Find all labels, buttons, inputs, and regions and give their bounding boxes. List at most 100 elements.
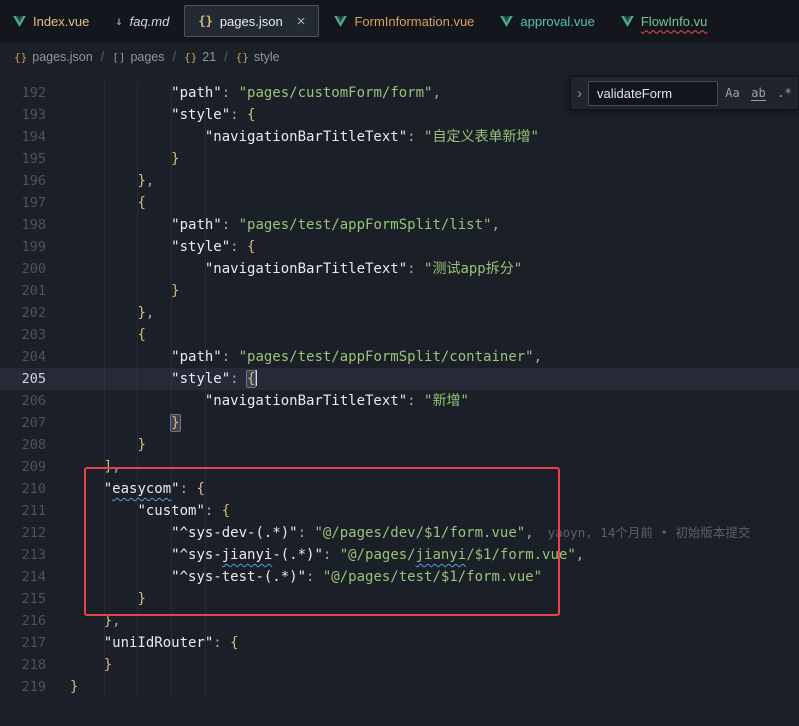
line-number[interactable]: 200 [0, 258, 46, 280]
line-number[interactable]: 211 [0, 500, 46, 522]
tab-flowinfo-vu[interactable]: FlowInfo.vu [608, 5, 720, 37]
code-line-201[interactable]: 201 } [0, 280, 799, 302]
code-text: } [46, 434, 146, 456]
tab-index-vue[interactable]: Index.vue [0, 5, 102, 37]
breadcrumb-label: pages.json [32, 50, 92, 64]
code-line-216[interactable]: 216 }, [0, 610, 799, 632]
chevron-right-icon[interactable]: › [571, 85, 588, 102]
line-number[interactable]: 202 [0, 302, 46, 324]
code-text: { [46, 192, 146, 214]
code-line-194[interactable]: 194 "navigationBarTitleText": "自定义表单新增" [0, 126, 799, 148]
code-line-205[interactable]: 205 "style": { [0, 368, 799, 390]
line-number[interactable]: 209 [0, 456, 46, 478]
code-line-209[interactable]: 209 ], [0, 456, 799, 478]
code-line-207[interactable]: 207 } [0, 412, 799, 434]
git-blame-annotation: yaoyn, 14个月前 • 初始版本提交 [548, 525, 751, 540]
code-line-196[interactable]: 196 }, [0, 170, 799, 192]
code-text: ], [46, 456, 121, 478]
code-line-212[interactable]: 212 "^sys-dev-(.*)": "@/pages/dev/$1/for… [0, 522, 799, 544]
find-widget: › Aa ab .* [570, 76, 799, 110]
line-number[interactable]: 214 [0, 566, 46, 588]
line-number[interactable]: 218 [0, 654, 46, 676]
line-number[interactable]: 192 [0, 82, 46, 104]
code-line-211[interactable]: 211 "custom": { [0, 500, 799, 522]
code-line-208[interactable]: 208 } [0, 434, 799, 456]
code-line-198[interactable]: 198 "path": "pages/test/appFormSplit/lis… [0, 214, 799, 236]
line-number[interactable]: 198 [0, 214, 46, 236]
code-line-217[interactable]: 217 "uniIdRouter": { [0, 632, 799, 654]
line-number[interactable]: 205 [0, 368, 46, 390]
line-number[interactable]: 204 [0, 346, 46, 368]
line-number[interactable]: 217 [0, 632, 46, 654]
line-number[interactable]: 203 [0, 324, 46, 346]
code-line-197[interactable]: 197 { [0, 192, 799, 214]
breadcrumb-label: style [254, 50, 280, 64]
line-number[interactable]: 197 [0, 192, 46, 214]
tab-approval-vue[interactable]: approval.vue [487, 5, 607, 37]
braces-icon: {} [236, 51, 249, 64]
code-line-206[interactable]: 206 "navigationBarTitleText": "新增" [0, 390, 799, 412]
find-input[interactable] [588, 81, 718, 106]
vue-icon [621, 16, 634, 27]
code-line-210[interactable]: 210 "easycom": { [0, 478, 799, 500]
code-lines: 192 "path": "pages/customForm/form",193 … [0, 82, 799, 698]
code-line-195[interactable]: 195 } [0, 148, 799, 170]
breadcrumb-item-pages[interactable]: []pages [112, 50, 164, 64]
breadcrumb-item-style[interactable]: {} style [236, 50, 280, 64]
line-number[interactable]: 213 [0, 544, 46, 566]
tab-pages-json[interactable]: {}pages.json× [184, 5, 319, 37]
line-number[interactable]: 201 [0, 280, 46, 302]
line-number[interactable]: 193 [0, 104, 46, 126]
code-text: "path": "pages/test/appFormSplit/list", [46, 214, 500, 236]
code-line-199[interactable]: 199 "style": { [0, 236, 799, 258]
code-text: "^sys-test-(.*)": "@/pages/test/$1/form.… [46, 566, 542, 588]
code-text: "custom": { [46, 500, 230, 522]
code-text: }, [46, 610, 121, 632]
line-number[interactable]: 206 [0, 390, 46, 412]
breadcrumb-separator: / [101, 50, 104, 64]
line-number[interactable]: 207 [0, 412, 46, 434]
code-text: }, [46, 302, 154, 324]
line-number[interactable]: 212 [0, 522, 46, 544]
code-line-200[interactable]: 200 "navigationBarTitleText": "测试app拆分" [0, 258, 799, 280]
line-number[interactable]: 215 [0, 588, 46, 610]
match-case-button[interactable]: Aa [721, 82, 744, 104]
tab-label: pages.json [220, 14, 283, 29]
code-line-219[interactable]: 219} [0, 676, 799, 698]
breadcrumb-item-21[interactable]: {}21 [184, 50, 216, 64]
vue-icon [334, 16, 347, 27]
code-line-215[interactable]: 215 } [0, 588, 799, 610]
regex-button[interactable]: .* [773, 82, 796, 104]
code-text: "style": { [46, 368, 257, 390]
line-number[interactable]: 219 [0, 676, 46, 698]
breadcrumb-item-pages-json[interactable]: {} pages.json [14, 50, 93, 64]
code-text: "navigationBarTitleText": "自定义表单新增" [46, 126, 539, 148]
line-number[interactable]: 199 [0, 236, 46, 258]
whole-word-button[interactable]: ab [747, 82, 770, 104]
code-text: { [46, 324, 146, 346]
line-number[interactable]: 195 [0, 148, 46, 170]
code-line-214[interactable]: 214 "^sys-test-(.*)": "@/pages/test/$1/f… [0, 566, 799, 588]
code-line-213[interactable]: 213 "^sys-jianyi-(.*)": "@/pages/jianyi/… [0, 544, 799, 566]
code-line-202[interactable]: 202 }, [0, 302, 799, 324]
code-text: "navigationBarTitleText": "新增" [46, 390, 469, 412]
braces-icon: {} [14, 51, 27, 64]
tab-faq-md[interactable]: ↓faq.md [102, 5, 182, 37]
line-number[interactable]: 208 [0, 434, 46, 456]
line-number[interactable]: 210 [0, 478, 46, 500]
code-text: } [46, 588, 146, 610]
breadcrumb: {}pages.json/[]pages/{}21/{}style [0, 42, 799, 72]
tab-label: approval.vue [520, 14, 594, 29]
code-line-204[interactable]: 204 "path": "pages/test/appFormSplit/con… [0, 346, 799, 368]
tab-forminformation-vue[interactable]: FormInformation.vue [321, 5, 487, 37]
tab-label: faq.md [130, 14, 170, 29]
code-text: "easycom": { [46, 478, 205, 500]
close-icon[interactable]: × [297, 14, 306, 29]
code-text: "style": { [46, 236, 255, 258]
code-line-203[interactable]: 203 { [0, 324, 799, 346]
line-number[interactable]: 194 [0, 126, 46, 148]
line-number[interactable]: 196 [0, 170, 46, 192]
code-text: } [46, 676, 78, 698]
line-number[interactable]: 216 [0, 610, 46, 632]
code-line-218[interactable]: 218 } [0, 654, 799, 676]
